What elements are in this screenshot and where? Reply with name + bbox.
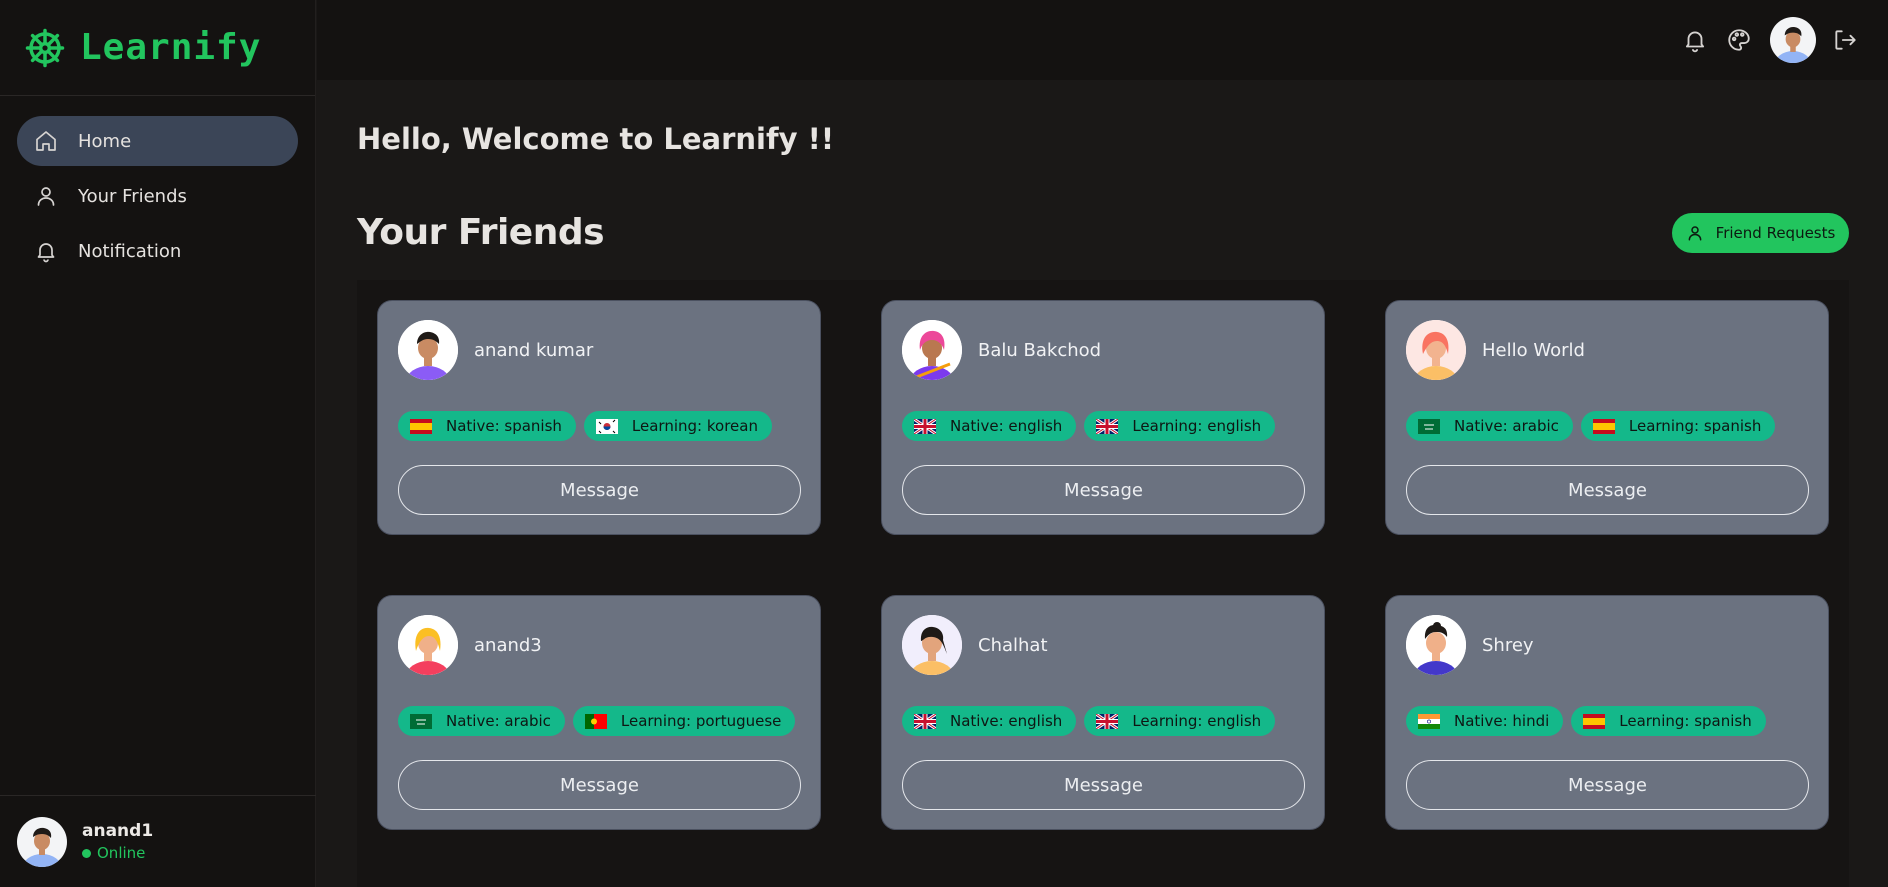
saudi-arabia-flag-icon xyxy=(1418,418,1440,434)
friend-name: Hello World xyxy=(1482,339,1585,361)
friend-name: anand kumar xyxy=(474,339,594,361)
welcome-heading: Hello, Welcome to Learnify !! xyxy=(357,122,835,156)
main-content: Hello, Welcome to Learnify !! Your Frien… xyxy=(357,80,1849,887)
user-profile[interactable]: anand1 Online xyxy=(0,795,316,887)
uk-flag-icon xyxy=(1096,418,1119,434)
palette-icon xyxy=(1728,29,1750,51)
friend-card: Balu Bakchod Native: english Learning: e… xyxy=(881,300,1325,535)
native-language-badge: Native: english xyxy=(902,706,1077,736)
logout-icon xyxy=(1835,30,1856,50)
message-button[interactable]: Message xyxy=(398,760,801,810)
brand[interactable]: Learnify xyxy=(0,0,315,96)
uk-flag-icon xyxy=(914,418,936,434)
message-button[interactable]: Message xyxy=(1406,465,1809,515)
uk-flag-icon xyxy=(914,713,936,729)
sidebar: Learnify Home Your Friends Notification xyxy=(0,0,316,887)
native-language-badge: Native: spanish xyxy=(398,411,576,441)
saudi-arabia-flag-icon xyxy=(410,713,432,729)
app-root: Learnify Home Your Friends Notification xyxy=(0,0,1888,887)
message-button[interactable]: Message xyxy=(1406,760,1809,810)
learning-language-badge: Learning: english xyxy=(1084,706,1276,736)
friend-requests-button[interactable]: Friend Requests xyxy=(1672,213,1849,253)
brand-name: Learnify xyxy=(80,27,262,68)
badge-label: Native: hindi xyxy=(1454,712,1550,730)
badge-label: Native: english xyxy=(950,417,1063,435)
badge-label: Learning: portuguese xyxy=(620,712,782,730)
badge-label: Learning: korean xyxy=(631,417,758,435)
sidebar-item-notification[interactable]: Notification xyxy=(17,226,298,276)
message-button[interactable]: Message xyxy=(902,760,1305,810)
profile-name: anand1 xyxy=(82,821,154,841)
notifications-button[interactable] xyxy=(1680,25,1710,55)
bell-icon xyxy=(1685,31,1705,53)
friend-card: Chalhat Native: english Learning: englis… xyxy=(881,595,1325,830)
native-language-badge: Native: arabic xyxy=(398,706,565,736)
avatar xyxy=(1406,320,1466,380)
message-button[interactable]: Message xyxy=(398,465,801,515)
badge-label: Learning: english xyxy=(1132,712,1262,730)
status-badge: Online xyxy=(82,844,153,862)
avatar xyxy=(902,615,962,675)
home-icon xyxy=(34,129,58,153)
friend-name: Balu Bakchod xyxy=(978,339,1102,361)
online-dot-icon xyxy=(82,848,91,858)
user-icon xyxy=(34,184,58,208)
portugal-flag-icon xyxy=(584,713,607,729)
badge-label: Native: arabic xyxy=(446,712,551,730)
friends-grid: anand kumar Native: spanish Learning: ko… xyxy=(357,280,1849,887)
learning-language-badge: Learning: spanish xyxy=(1571,706,1766,736)
native-language-badge: Native: arabic xyxy=(1406,411,1573,441)
learning-language-badge: Learning: spanish xyxy=(1580,411,1776,441)
friend-name: Shrey xyxy=(1482,634,1534,656)
avatar xyxy=(1406,615,1466,675)
sidebar-nav: Home Your Friends Notification xyxy=(0,96,315,276)
friend-card: anand kumar Native: spanish Learning: ko… xyxy=(377,300,821,535)
sidebar-item-your-friends[interactable]: Your Friends xyxy=(17,171,298,221)
learning-language-badge: Learning: english xyxy=(1084,411,1276,441)
spain-flag-icon xyxy=(1583,713,1606,729)
avatar xyxy=(902,320,962,380)
learning-language-badge: Learning: korean xyxy=(583,411,772,441)
friend-name: Chalhat xyxy=(978,634,1048,656)
india-flag-icon xyxy=(1418,713,1440,729)
page-title: Your Friends xyxy=(357,212,605,253)
status-label: Online xyxy=(97,844,146,862)
south-korea-flag-icon xyxy=(595,418,618,434)
avatar xyxy=(398,615,458,675)
spain-flag-icon xyxy=(1592,418,1615,434)
native-language-badge: Native: english xyxy=(902,411,1077,441)
friend-card: anand3 Native: arabic Learning: portugue… xyxy=(377,595,821,830)
message-button[interactable]: Message xyxy=(902,465,1305,515)
badge-label: Learning: english xyxy=(1132,417,1262,435)
learning-language-badge: Learning: portuguese xyxy=(572,706,796,736)
friend-card: Shrey Native: hindi Learning: spanish Me… xyxy=(1385,595,1829,830)
logout-button[interactable] xyxy=(1830,25,1860,55)
badge-label: Learning: spanish xyxy=(1619,712,1752,730)
uk-flag-icon xyxy=(1096,713,1119,729)
bell-icon xyxy=(34,239,58,263)
badge-label: Native: spanish xyxy=(446,417,562,435)
sidebar-item-label: Notification xyxy=(78,240,182,262)
badge-label: Native: english xyxy=(950,712,1063,730)
sidebar-item-home[interactable]: Home xyxy=(17,116,298,166)
avatar xyxy=(17,816,67,867)
spain-flag-icon xyxy=(410,418,432,434)
friend-requests-label: Friend Requests xyxy=(1715,224,1836,242)
ship-wheel-icon xyxy=(24,27,66,69)
badge-label: Native: arabic xyxy=(1454,417,1559,435)
friend-name: anand3 xyxy=(474,634,542,656)
friend-card: Hello World Native: arabic Learning: spa… xyxy=(1385,300,1829,535)
native-language-badge: Native: hindi xyxy=(1406,706,1564,736)
avatar xyxy=(398,320,458,380)
sidebar-item-label: Home xyxy=(78,130,132,152)
badge-label: Learning: spanish xyxy=(1628,417,1762,435)
theme-button[interactable] xyxy=(1724,25,1754,55)
avatar[interactable] xyxy=(1770,17,1816,63)
user-icon xyxy=(1688,226,1702,241)
topbar xyxy=(317,0,1888,80)
sidebar-item-label: Your Friends xyxy=(78,185,187,207)
